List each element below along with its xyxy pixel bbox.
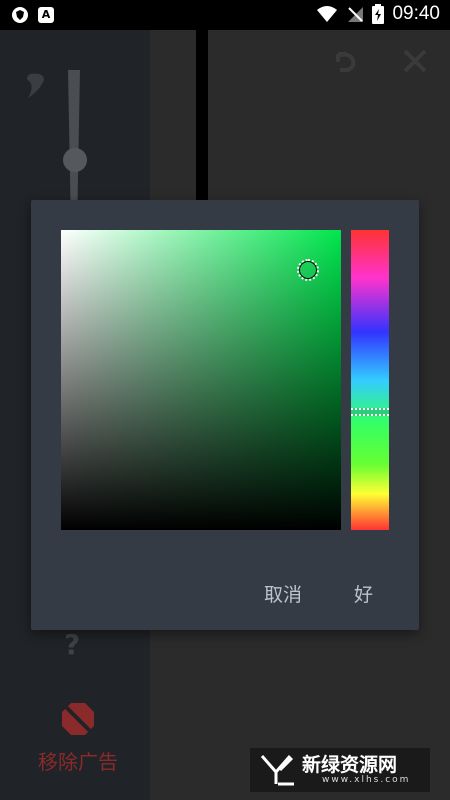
- brush-icon: [27, 73, 44, 98]
- ok-button[interactable]: 好: [354, 580, 373, 607]
- undo-icon[interactable]: [332, 48, 360, 76]
- no-signal-icon: [348, 7, 364, 22]
- watermark-name: 新绿资源网: [302, 754, 398, 776]
- close-icon[interactable]: [402, 48, 428, 74]
- no-ads-icon: [62, 703, 94, 735]
- battery-charging-icon: [372, 4, 385, 24]
- canvas-edge: [196, 30, 208, 200]
- shield-icon: [12, 7, 28, 23]
- status-bar: A 09:40: [0, 0, 450, 30]
- remove-ads-label: 移除广告: [38, 750, 118, 774]
- remove-ads-button[interactable]: 移除广告: [28, 700, 128, 775]
- color-picker-dialog: 取消 好: [31, 200, 419, 630]
- saturation-value-square[interactable]: [61, 230, 341, 530]
- cancel-button[interactable]: 取消: [264, 580, 302, 607]
- hue-slider-handle[interactable]: [351, 408, 389, 416]
- help-icon[interactable]: ?: [64, 628, 80, 661]
- wifi-icon: [317, 6, 338, 22]
- watermark: 新绿资源网 www.xlhs.com: [250, 748, 430, 792]
- watermark-url: www.xlhs.com: [322, 775, 411, 785]
- clock: 09:40: [392, 3, 440, 24]
- saturation-value-handle[interactable]: [297, 259, 319, 281]
- hue-slider[interactable]: [351, 230, 389, 530]
- watermark-logo: [260, 755, 294, 786]
- app-a-icon: A: [38, 7, 54, 23]
